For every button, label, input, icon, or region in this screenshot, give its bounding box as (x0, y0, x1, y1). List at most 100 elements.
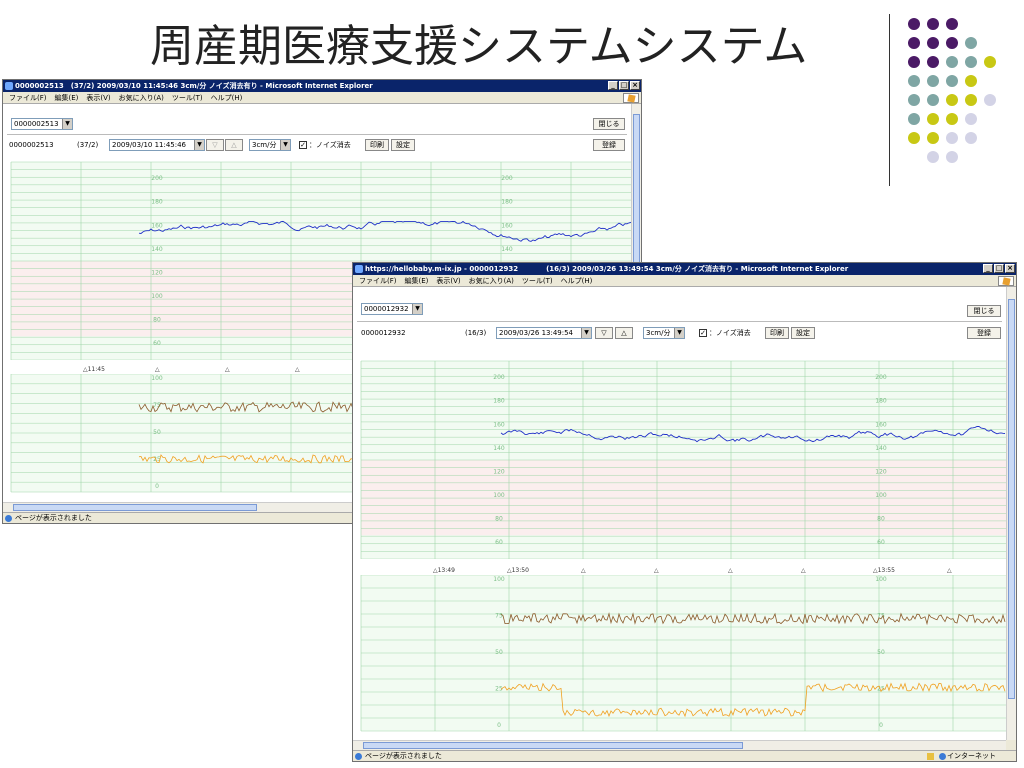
datetime-select[interactable]: 2009/03/10 11:45:46 ▼ (109, 139, 205, 151)
window-titlebar[interactable]: 0000002513 (37/2) 2009/03/10 11:45:46 3c… (3, 80, 641, 92)
close-icon[interactable]: × (1005, 264, 1015, 273)
menu-favorites[interactable]: お気に入り(A) (469, 275, 514, 286)
prev-button[interactable]: ▽ (595, 327, 613, 339)
decorative-dot (946, 94, 958, 106)
decorative-dot (946, 132, 958, 144)
menu-file[interactable]: ファイル(F) (9, 92, 47, 103)
menu-edit[interactable]: 編集(E) (55, 92, 79, 103)
print-button[interactable]: 印刷 (365, 139, 389, 151)
toco-scale-label: 50 (877, 649, 885, 656)
decorative-dot (946, 151, 958, 163)
menu-view[interactable]: 表示(V) (436, 275, 460, 286)
speed-select[interactable]: 3cm/分 ▼ (249, 139, 291, 151)
time-marker: △ (801, 567, 806, 574)
fhr-scale-label: 80 (877, 516, 885, 523)
noise-checkbox[interactable]: ✓ (299, 141, 307, 149)
next-button[interactable]: △ (615, 327, 633, 339)
menu-favorites[interactable]: お気に入り(A) (119, 92, 164, 103)
toco-scale-label: 50 (495, 649, 503, 656)
close-page-button[interactable]: 閉じる (593, 118, 625, 130)
toco-scale-label: 0 (155, 483, 159, 490)
menu-tools[interactable]: ツール(T) (522, 275, 553, 286)
fhr-scale-label: 200 (501, 175, 513, 182)
time-marker: △13:55 (873, 567, 895, 574)
decorative-dot (927, 18, 939, 30)
decorative-dot (965, 132, 977, 144)
scroll-thumb[interactable] (13, 504, 257, 511)
decorative-dot (908, 113, 920, 125)
decorative-dot (927, 132, 939, 144)
speed-select[interactable]: 3cm/分 ▼ (643, 327, 685, 339)
fhr-scale-label: 100 (151, 293, 163, 300)
menu-help[interactable]: ヘルプ(H) (211, 92, 243, 103)
register-button[interactable]: 登録 (967, 327, 1001, 339)
fhr-scale-label: 100 (493, 492, 505, 499)
decorative-dot (984, 94, 996, 106)
decorative-dot (927, 94, 939, 106)
decorative-dot-grid (900, 16, 1010, 168)
settings-button[interactable]: 設定 (391, 139, 415, 151)
fhr-scale-label: 120 (875, 468, 887, 475)
windows-logo-icon (623, 93, 639, 103)
browser-window-front: https://hellobaby.m-ix.jp - 0000012932 (… (352, 262, 1017, 762)
window-titlebar[interactable]: https://hellobaby.m-ix.jp - 0000012932 (… (353, 263, 1016, 275)
toco-scale-label: 100 (151, 375, 163, 382)
gestational-week: (16/3) (465, 329, 487, 337)
prev-button[interactable]: ▽ (206, 139, 224, 151)
print-button[interactable]: 印刷 (765, 327, 789, 339)
fhr-scale-label: 160 (875, 421, 887, 428)
fhr-scale-label: 100 (875, 492, 887, 499)
fhr-scale-label: 180 (493, 398, 505, 405)
scroll-thumb[interactable] (363, 742, 743, 749)
patient-select[interactable]: 0000002513 ▼ (11, 118, 73, 130)
toco-scale-label: 0 (879, 722, 883, 729)
menu-tools[interactable]: ツール(T) (172, 92, 203, 103)
scroll-thumb[interactable] (1008, 299, 1015, 699)
window-title: 0000002513 (37/2) 2009/03/10 11:45:46 3c… (15, 82, 373, 90)
menu-edit[interactable]: 編集(E) (405, 275, 429, 286)
decorative-dot (908, 56, 920, 68)
toco-scale-label: 75 (495, 613, 503, 620)
vertical-scrollbar[interactable] (1006, 287, 1016, 740)
decorative-dot (946, 113, 958, 125)
maximize-icon[interactable]: □ (994, 264, 1004, 273)
decorative-dot (965, 37, 977, 49)
chevron-down-icon: ▼ (581, 328, 591, 338)
menu-view[interactable]: 表示(V) (86, 92, 110, 103)
noise-checkbox[interactable]: ✓ (699, 329, 707, 337)
fhr-scale-label: 60 (153, 340, 161, 347)
close-page-button[interactable]: 閉じる (967, 305, 1001, 317)
fhr-scale-label: 160 (493, 421, 505, 428)
menu-help[interactable]: ヘルプ(H) (561, 275, 593, 286)
close-icon[interactable]: × (630, 81, 640, 90)
decorative-dot (946, 37, 958, 49)
separator (7, 134, 627, 135)
ie-icon (355, 265, 363, 273)
next-button[interactable]: △ (225, 139, 243, 151)
ctg-chart: 200 180 160 140 120 100 80 60 100 75 50 25 0 200 180 16… (360, 360, 1006, 732)
datetime-select[interactable]: 2009/03/26 13:49:54 ▼ (496, 327, 592, 339)
decorative-dot (908, 94, 920, 106)
time-marker: △11:45 (83, 366, 105, 373)
fhr-scale-label: 120 (151, 269, 163, 276)
decorative-dot (908, 18, 920, 30)
gestational-week: (37/2) (77, 141, 99, 149)
fhr-normal-band (361, 460, 1006, 536)
decorative-dot (908, 75, 920, 87)
chevron-down-icon: ▼ (674, 328, 684, 338)
minimize-icon[interactable]: _ (983, 264, 993, 273)
settings-button[interactable]: 設定 (791, 327, 815, 339)
patient-select[interactable]: 0000012932 ▼ (361, 303, 423, 315)
maximize-icon[interactable]: □ (619, 81, 629, 90)
ie-icon (5, 82, 13, 90)
fhr-scale-label: 80 (495, 516, 503, 523)
fhr-scale-label: 60 (495, 539, 503, 546)
horizontal-scrollbar[interactable] (353, 740, 1006, 750)
register-button[interactable]: 登録 (593, 139, 625, 151)
title-divider (889, 14, 890, 186)
decorative-dot (965, 113, 977, 125)
time-strip (361, 559, 1006, 575)
decorative-dot (946, 56, 958, 68)
minimize-icon[interactable]: _ (608, 81, 618, 90)
menu-file[interactable]: ファイル(F) (359, 275, 397, 286)
